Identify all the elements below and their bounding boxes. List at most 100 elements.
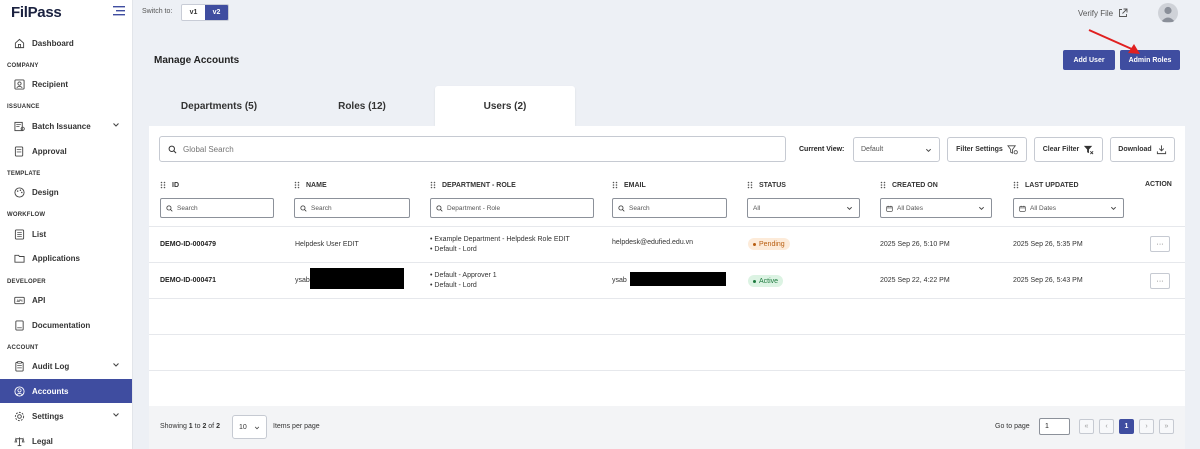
- page-1-button[interactable]: 1: [1119, 419, 1134, 434]
- row-id: DEMO-ID-000479: [160, 241, 217, 248]
- next-page-button[interactable]: ›: [1139, 419, 1154, 434]
- created-on-filter-value: All Dates: [897, 204, 924, 212]
- column-header-department-role[interactable]: DEPARTMENT - ROLE: [430, 181, 516, 189]
- column-header-action: ACTION: [1145, 181, 1172, 188]
- status-dot: [753, 242, 756, 246]
- status-label: Active: [759, 277, 779, 285]
- version-switch-label: Switch to:: [142, 8, 173, 15]
- table-row[interactable]: DEMO-ID-000471 ysab • Default - Approver…: [149, 262, 1185, 298]
- section-label-company: COMPANY: [7, 63, 39, 69]
- drag-handle-icon[interactable]: [1013, 181, 1019, 189]
- name-filter-placeholder: Search: [311, 204, 332, 212]
- row-actions-button[interactable]: ···: [1150, 273, 1170, 289]
- email-filter-input[interactable]: Search: [612, 198, 727, 218]
- drag-handle-icon[interactable]: [430, 181, 436, 189]
- chevron-down-icon: [978, 206, 985, 211]
- section-label-developer: DEVELOPER: [7, 279, 46, 285]
- prev-page-button[interactable]: ‹: [1099, 419, 1114, 434]
- gear-icon: [13, 410, 25, 422]
- filter-settings-button[interactable]: Filter Settings: [947, 137, 1027, 162]
- items-per-page-value: 10: [239, 423, 247, 431]
- download-label: Download: [1118, 146, 1152, 153]
- last-updated-filter-select[interactable]: All Dates: [1013, 198, 1124, 218]
- tab-roles[interactable]: Roles (12): [292, 86, 432, 126]
- status-filter-select[interactable]: All: [747, 198, 860, 218]
- calendar-icon: [886, 205, 893, 212]
- app-logo[interactable]: FilPass: [11, 4, 62, 21]
- current-view-label: Current View:: [799, 146, 845, 153]
- first-page-button[interactable]: «: [1079, 419, 1094, 434]
- redacted-email-block: [630, 272, 726, 286]
- drag-handle-icon[interactable]: [612, 181, 618, 189]
- svg-text:API: API: [16, 298, 22, 302]
- sidebar-item-label: Applications: [32, 253, 81, 263]
- sidebar-item-batch-issuance[interactable]: Batch Issuance: [0, 114, 132, 138]
- row-actions-button[interactable]: ···: [1150, 236, 1170, 252]
- created-on-filter-select[interactable]: All Dates: [880, 198, 992, 218]
- drag-handle-icon[interactable]: [880, 181, 886, 189]
- column-header-label: CREATED ON: [892, 181, 938, 189]
- id-filter-input[interactable]: Search: [160, 198, 274, 218]
- column-header-id[interactable]: ID: [160, 181, 179, 189]
- user-avatar[interactable]: [1158, 3, 1178, 23]
- menu-toggle-icon[interactable]: [113, 6, 125, 16]
- name-filter-input[interactable]: Search: [294, 198, 410, 218]
- current-view-select[interactable]: Default: [853, 137, 940, 162]
- empty-row: [149, 334, 1185, 370]
- chevron-down-icon[interactable]: [112, 361, 120, 369]
- sidebar-item-settings[interactable]: Settings: [0, 404, 132, 428]
- sidebar-item-applications[interactable]: Applications: [0, 246, 132, 270]
- email-filter-placeholder: Search: [629, 204, 650, 212]
- drag-handle-icon[interactable]: [294, 181, 300, 189]
- last-page-button[interactable]: »: [1159, 419, 1174, 434]
- status-dot: [753, 279, 756, 283]
- download-button[interactable]: Download: [1110, 137, 1175, 162]
- sidebar-item-list[interactable]: List: [0, 222, 132, 246]
- column-header-name[interactable]: NAME: [294, 181, 327, 189]
- global-search-box[interactable]: [159, 136, 786, 162]
- sidebar-item-accounts[interactable]: Accounts: [0, 379, 132, 403]
- sidebar-item-documentation[interactable]: Documentation: [0, 313, 132, 337]
- sidebar-item-recipient[interactable]: Recipient: [0, 72, 132, 96]
- global-search-input[interactable]: [183, 144, 763, 154]
- column-header-label: STATUS: [759, 181, 786, 189]
- sidebar-item-design[interactable]: Design: [0, 180, 132, 204]
- column-header-label: ID: [172, 181, 179, 189]
- table-row[interactable]: DEMO-ID-000479 Helpdesk User EDIT • Exam…: [149, 226, 1185, 262]
- sidebar-item-legal[interactable]: Legal: [0, 429, 132, 449]
- items-per-page-select[interactable]: 10: [232, 415, 267, 439]
- chevron-down-icon[interactable]: [112, 411, 120, 419]
- row-email: helpdesk@edufied.edu.vn: [612, 239, 694, 246]
- row-email: ysab: [612, 277, 627, 284]
- user-circle-icon: [13, 385, 25, 397]
- drag-handle-icon[interactable]: [160, 181, 166, 189]
- go-to-page-input[interactable]: 1: [1039, 418, 1070, 435]
- empty-row: [149, 370, 1185, 406]
- sidebar-item-label: Approval: [32, 146, 67, 156]
- sidebar-item-approval[interactable]: Approval: [0, 139, 132, 163]
- department-role-filter-input[interactable]: Department - Role: [430, 198, 594, 218]
- drag-handle-icon[interactable]: [747, 181, 753, 189]
- sidebar-item-dashboard[interactable]: Dashboard: [0, 31, 132, 55]
- tab-departments[interactable]: Departments (5): [149, 86, 289, 126]
- tab-users[interactable]: Users (2): [435, 86, 575, 126]
- column-header-created-on[interactable]: CREATED ON: [880, 181, 938, 189]
- column-header-label: ACTION: [1145, 181, 1172, 188]
- sidebar-item-api[interactable]: API API: [0, 288, 132, 312]
- approval-icon: [13, 145, 25, 157]
- version-v1-button[interactable]: v1: [182, 5, 205, 20]
- verify-file-link[interactable]: Verify File: [1078, 8, 1128, 18]
- clear-filter-button[interactable]: Clear Filter: [1034, 137, 1103, 162]
- column-header-last-updated[interactable]: LAST UPDATED: [1013, 181, 1079, 189]
- sidebar-item-audit-log[interactable]: Audit Log: [0, 354, 132, 378]
- version-v2-button[interactable]: v2: [205, 5, 228, 20]
- status-label: Pending: [759, 240, 785, 248]
- page-title: Manage Accounts: [154, 55, 240, 66]
- annotation-arrow-icon: [1088, 29, 1140, 54]
- column-header-email[interactable]: EMAIL: [612, 181, 646, 189]
- chevron-down-icon[interactable]: [112, 121, 120, 129]
- column-header-label: DEPARTMENT - ROLE: [442, 181, 516, 189]
- sidebar-item-label: Audit Log: [32, 361, 70, 371]
- column-header-status[interactable]: STATUS: [747, 181, 786, 189]
- search-icon: [166, 204, 173, 212]
